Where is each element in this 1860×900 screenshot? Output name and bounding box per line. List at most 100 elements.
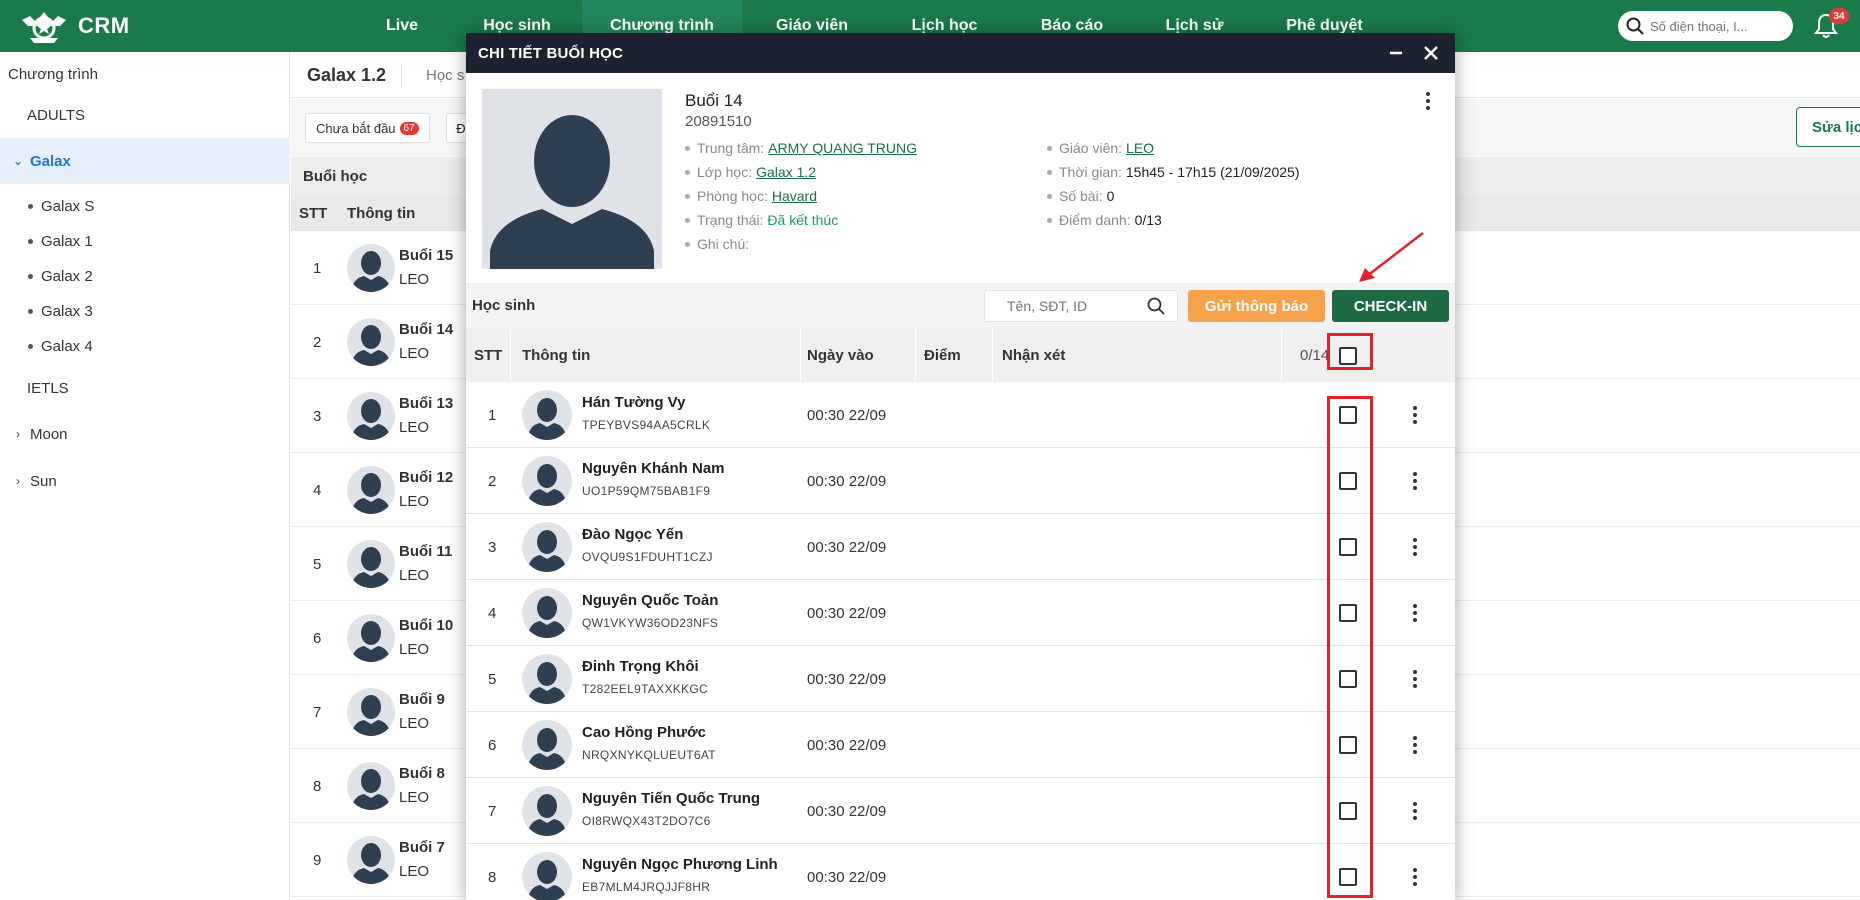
page-title: Galax 1.2 [307, 65, 387, 85]
row-stt: 9 [313, 851, 322, 869]
lesson-info-item: Số bài: 0 [1047, 185, 1114, 207]
check-in-button[interactable]: CHECK-IN [1332, 290, 1449, 322]
sidebar-subitem-galax-4[interactable]: Galax 4 [28, 331, 93, 361]
sidebar-subitem-label: Galax 2 [41, 267, 93, 285]
sidebar-subitem-label: Galax 3 [41, 302, 93, 320]
lesson-info-item: Trạng thái: Đã kết thúc [685, 209, 838, 231]
lesson-teacher: LEO [399, 789, 430, 806]
info-value[interactable]: ARMY QUANG TRUNG [768, 140, 917, 156]
student-id: NRQXNYKQLUEUT6AT [582, 748, 716, 762]
lesson-teacher: LEO [399, 345, 430, 362]
send-notification-button[interactable]: Gửi thông báo [1188, 290, 1325, 322]
global-search-input[interactable] [1650, 18, 1780, 34]
student-name[interactable]: Nguyên Ngọc Phương Linh [582, 856, 778, 873]
info-label: Điểm danh: [1059, 212, 1131, 228]
filter-chip-not-started[interactable]: Chưa bắt đầu 67 [305, 113, 430, 143]
info-value[interactable]: LEO [1126, 140, 1154, 156]
sidebar-subitem-galax-1[interactable]: Galax 1 [28, 226, 93, 256]
lesson-name: Buổi 7 [399, 839, 445, 856]
app-logo[interactable]: CRM [18, 6, 130, 46]
lesson-more-menu-icon[interactable] [1418, 89, 1438, 113]
lesson-info-item: Thời gian: 15h45 - 17h15 (21/09/2025) [1047, 161, 1299, 183]
student-name[interactable]: Đào Ngọc Yến [582, 526, 683, 543]
student-join-date: 00:30 22/09 [807, 538, 887, 556]
info-label: Ghi chú: [697, 236, 750, 252]
info-value: 0 [1106, 188, 1115, 204]
avatar [522, 786, 572, 836]
close-button[interactable] [1414, 33, 1448, 73]
info-label: Trạng thái: [697, 212, 764, 228]
lesson-teacher: LEO [399, 271, 430, 288]
student-row: 1 Hán Tường Vy TPEYBVS94AA5CRLK 00:30 22/09 [466, 382, 1455, 448]
student-join-date: 00:30 22/09 [807, 670, 887, 688]
student-search-input[interactable] [1007, 298, 1147, 314]
header-divider [401, 64, 402, 88]
avatar [522, 390, 572, 440]
column-divider [1281, 329, 1282, 382]
row-more-menu-icon[interactable] [1405, 667, 1425, 691]
person-silhouette-icon [351, 473, 391, 514]
sidebar-item-galax[interactable]: ⌄ Galax [0, 138, 290, 184]
student-name[interactable]: Đinh Trọng Khôi [582, 658, 699, 675]
student-id: EB7MLM4JRQJJF8HR [582, 880, 711, 894]
bullet-icon [28, 203, 33, 209]
lesson-name: Buổi 12 [399, 469, 454, 486]
global-search[interactable] [1618, 11, 1793, 41]
student-join-date: 00:30 22/09 [807, 406, 887, 424]
bullet-icon [28, 238, 33, 244]
sidebar-item-adults[interactable]: ADULTS [0, 92, 290, 138]
column-header-date: Ngày vào [807, 347, 874, 364]
student-row: 8 Nguyên Ngọc Phương Linh EB7MLM4JRQJJF8HR… [466, 844, 1455, 900]
student-id: TPEYBVS94AA5CRLK [582, 418, 711, 432]
edit-schedule-button[interactable]: Sửa lịc [1796, 107, 1860, 147]
student-id: OVQU9S1FDUHT1CZJ [582, 550, 713, 564]
row-more-menu-icon[interactable] [1405, 865, 1425, 889]
minimize-button[interactable] [1379, 33, 1413, 73]
bullet-icon [685, 145, 690, 151]
search-icon [1626, 17, 1644, 35]
sidebar-subitem-galax-2[interactable]: Galax 2 [28, 261, 93, 291]
person-silhouette-icon [351, 695, 391, 736]
person-silhouette-icon [351, 547, 391, 588]
avatar [522, 654, 572, 704]
row-more-menu-icon[interactable] [1405, 535, 1425, 559]
avatar [347, 836, 395, 884]
column-header-comment: Nhận xét [1002, 347, 1066, 364]
student-name[interactable]: Nguyên Quốc Toản [582, 592, 718, 609]
row-more-menu-icon[interactable] [1405, 799, 1425, 823]
minimize-icon [1390, 51, 1402, 55]
avatar [522, 852, 572, 900]
column-header-info: Thông tin [522, 347, 591, 364]
student-name[interactable]: Nguyên Khánh Nam [582, 460, 725, 477]
sidebar-item-sun[interactable]: › Sun [0, 458, 290, 504]
tab-students[interactable]: Học s [426, 67, 464, 84]
sidebar-item-ietls[interactable]: IETLS [0, 365, 290, 411]
bullet-icon [28, 273, 33, 279]
student-name[interactable]: Hán Tường Vy [582, 394, 685, 411]
lesson-name: Buổi 9 [399, 691, 445, 708]
nav-item-1[interactable]: Live [352, 0, 452, 52]
student-name[interactable]: Cao Hồng Phước [582, 724, 706, 741]
info-value: 0/13 [1134, 212, 1162, 228]
sidebar-subitem-label: Galax S [41, 197, 95, 215]
student-row: 2 Nguyên Khánh Nam UO1P59QM75BAB1F9 00:30 2… [466, 448, 1455, 514]
bullet-icon [685, 217, 690, 223]
student-join-date: 00:30 22/09 [807, 472, 887, 490]
student-name[interactable]: Nguyên Tiến Quốc Trung [582, 790, 760, 807]
row-more-menu-icon[interactable] [1405, 733, 1425, 757]
row-more-menu-icon[interactable] [1405, 469, 1425, 493]
row-more-menu-icon[interactable] [1405, 403, 1425, 427]
person-silhouette-icon [351, 621, 391, 662]
info-value[interactable]: Galax 1.2 [756, 164, 816, 180]
sidebar-subitem-galax-3[interactable]: Galax 3 [28, 296, 93, 326]
sidebar-item-moon[interactable]: › Moon [0, 411, 290, 457]
info-label: Trung tâm: [697, 140, 765, 156]
info-value[interactable]: Havard [772, 188, 817, 204]
student-search[interactable] [984, 290, 1178, 322]
sidebar-subitem-galax-s[interactable]: Galax S [28, 191, 94, 221]
avatar [347, 392, 395, 440]
search-icon[interactable] [1147, 297, 1165, 315]
row-stt: 2 [488, 472, 497, 490]
row-stt: 3 [313, 407, 322, 425]
row-more-menu-icon[interactable] [1405, 601, 1425, 625]
